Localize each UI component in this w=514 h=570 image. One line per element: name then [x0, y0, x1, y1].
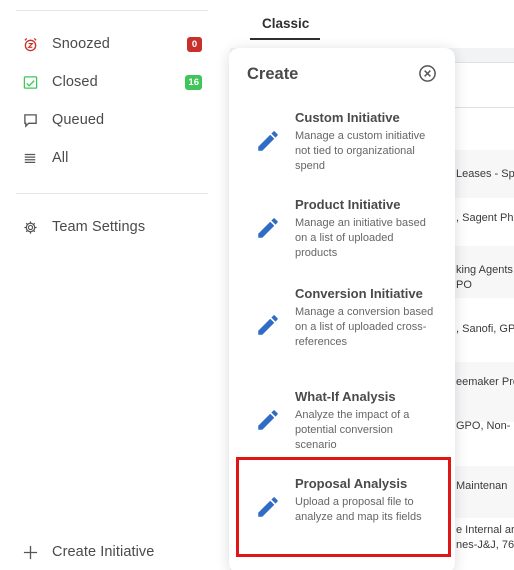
table-cell: GPO, Non- — [456, 420, 511, 432]
create-option-product-initiative[interactable]: Product Initiative Manage an initiative … — [237, 197, 449, 267]
pencil-icon — [255, 128, 281, 154]
table-cell: king Agents — [456, 264, 513, 276]
close-icon[interactable] — [418, 64, 437, 83]
table-cell: e Internal ar — [456, 524, 514, 536]
sidebar-divider — [16, 10, 208, 11]
option-description: Manage an initiative based on a list of … — [295, 217, 426, 259]
sidebar-item-label: Snoozed — [52, 36, 110, 52]
count-badge: 16 — [185, 74, 202, 90]
sidebar-item-all[interactable]: All — [22, 145, 202, 171]
tab-bar: Classic — [230, 0, 514, 48]
count-badge: 0 — [187, 36, 202, 52]
option-title: What-If Analysis — [295, 389, 396, 404]
sidebar: Snoozed 0 Closed 16 Queued All Team Sett… — [0, 0, 230, 570]
gear-icon — [22, 219, 38, 235]
sidebar-item-closed[interactable]: Closed 16 — [22, 69, 202, 95]
sidebar-item-label: Team Settings — [52, 219, 146, 235]
create-initiative-label: Create Initiative — [52, 544, 155, 560]
option-description: Manage a custom initiative not tied to o… — [295, 130, 426, 172]
list-icon — [22, 150, 38, 166]
option-title: Product Initiative — [295, 197, 401, 212]
pencil-icon — [255, 494, 281, 520]
sidebar-item-label: Queued — [52, 112, 105, 128]
table-cell: eemaker Pro — [456, 376, 514, 388]
option-description: Upload a proposal file to analyze and ma… — [295, 496, 422, 523]
create-option-custom-initiative[interactable]: Custom Initiative Manage a custom initia… — [237, 110, 449, 180]
pencil-icon — [255, 312, 281, 338]
option-description: Analyze the impact of a potential conver… — [295, 409, 410, 451]
pencil-icon — [255, 407, 281, 433]
table-cell: Leases - Sp — [456, 168, 514, 180]
table-cell: PO — [456, 279, 472, 291]
sidebar-item-snoozed[interactable]: Snoozed 0 — [22, 31, 202, 57]
option-title: Proposal Analysis — [295, 476, 408, 491]
table-cell: nes-J&J, 76 — [456, 539, 514, 551]
plus-icon — [22, 544, 38, 560]
option-description: Manage a conversion based on a list of u… — [295, 306, 434, 348]
tab-classic[interactable]: Classic — [262, 16, 309, 31]
table-cell: Maintenan — [456, 480, 508, 492]
comment-box-icon — [22, 112, 38, 128]
create-popover: Create Custom Initiative Manage a custom… — [229, 48, 455, 570]
table-cell: , Sagent Ph — [456, 212, 514, 224]
sidebar-item-label: Closed — [52, 74, 98, 90]
sidebar-item-team-settings[interactable]: Team Settings — [22, 214, 202, 240]
checklist-icon — [22, 74, 38, 90]
active-tab-indicator — [250, 38, 320, 40]
create-option-proposal-analysis[interactable]: Proposal Analysis Upload a proposal file… — [237, 476, 449, 546]
sidebar-divider — [16, 193, 208, 194]
create-option-what-if-analysis[interactable]: What-If Analysis Analyze the impact of a… — [237, 389, 449, 459]
create-option-conversion-initiative[interactable]: Conversion Initiative Manage a conversio… — [237, 286, 449, 371]
alarm-clock-icon — [22, 36, 38, 52]
table-cell: , Sanofi, GP — [456, 323, 514, 335]
sidebar-item-label: All — [52, 150, 69, 166]
option-title: Custom Initiative — [295, 110, 400, 125]
create-initiative-button[interactable]: Create Initiative — [22, 539, 202, 565]
sidebar-item-queued[interactable]: Queued — [22, 107, 202, 133]
option-title: Conversion Initiative — [295, 286, 423, 301]
pencil-icon — [255, 215, 281, 241]
popover-title: Create — [247, 65, 299, 83]
